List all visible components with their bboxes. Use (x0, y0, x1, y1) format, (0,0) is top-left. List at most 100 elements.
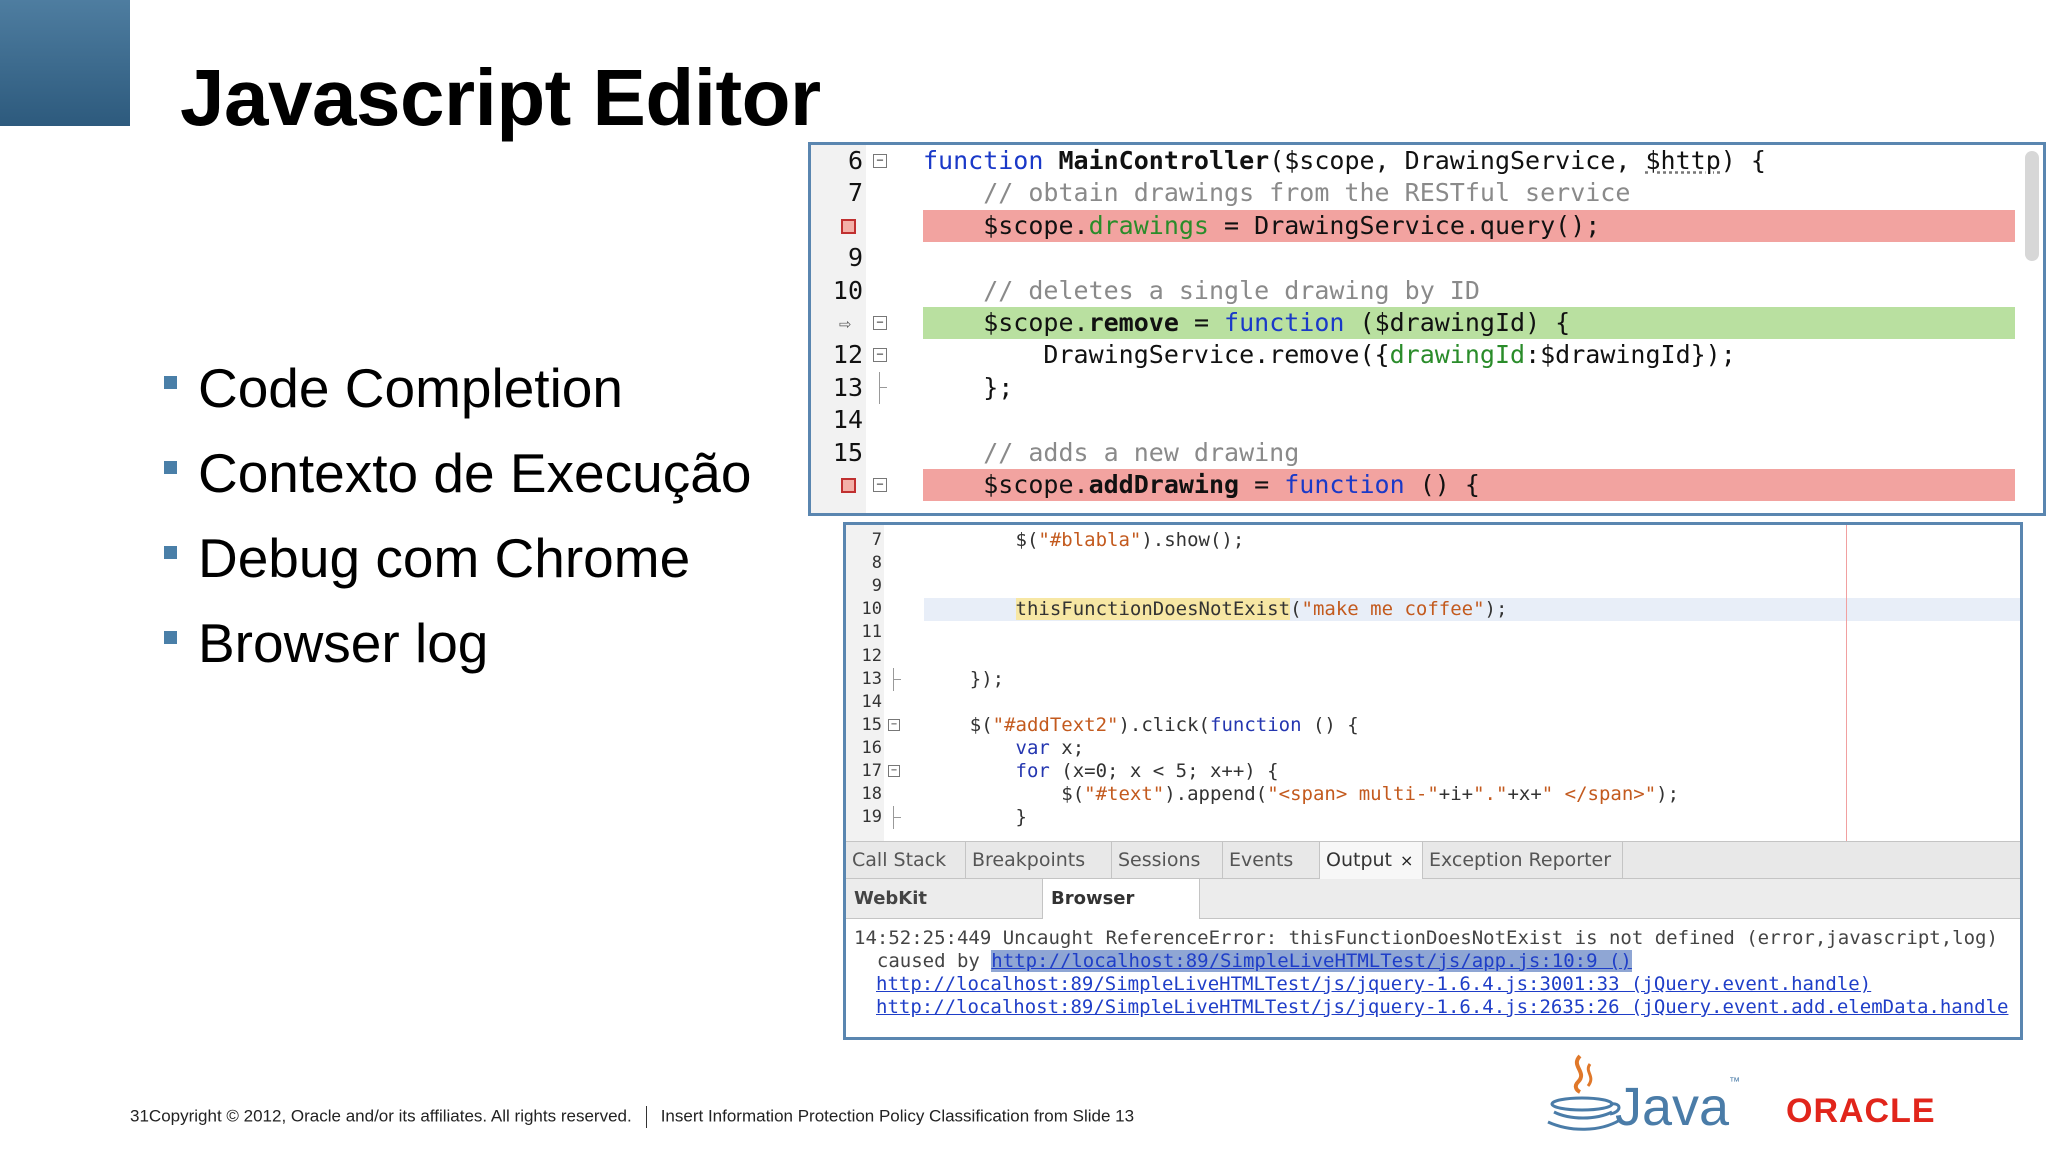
breakpoint-icon[interactable] (841, 478, 856, 493)
code-text: for (x=0; x < 5; x++) { (924, 760, 1279, 783)
fold-toggle-icon[interactable]: − (873, 478, 887, 492)
bullet-list: Code Completion Contexto de Execução Deb… (160, 352, 751, 692)
tab-webkit-protocol[interactable]: WebKit Protocol× (846, 879, 1042, 949)
code-token: ($scope, DrawingService, (1269, 146, 1646, 175)
stack-link-jquery-add[interactable]: http://localhost:89/SimpleLiveHTMLTest/j… (876, 996, 2008, 1019)
code-token: ( (1290, 598, 1302, 621)
stack-link-text[interactable]: http://localhost:89/SimpleLiveHTMLTest/j… (876, 996, 2008, 1018)
code-token: DrawingService.remove({ (923, 340, 1390, 370)
code-token: $scope. (923, 470, 1089, 499)
slide-title: Javascript Editor (180, 53, 821, 142)
code-line: 12− DrawingService.remove({drawingId:$dr… (811, 339, 2043, 371)
log-caused-by-line: caused by http://localhost:89/SimpleLive… (854, 950, 1632, 973)
tab-call-stack[interactable]: Call Stack (846, 842, 966, 879)
code-token: drawings (1088, 210, 1209, 240)
code-token: function (1284, 470, 1405, 499)
fold-toggle-icon[interactable]: − (873, 154, 887, 168)
code-token: = DrawingService.query(); (1209, 210, 1601, 240)
bullet-item: Contexto de Execução (160, 437, 751, 522)
fold-toggle-icon[interactable]: − (888, 718, 900, 731)
code-text: // deletes a single drawing by ID (923, 275, 1480, 307)
corner-accent-block (0, 0, 130, 126)
copyright-text: Copyright © 2012, Oracle and/or its affi… (148, 1106, 632, 1126)
code-line: 16 var x; (846, 737, 2020, 760)
close-icon[interactable]: × (1400, 851, 1413, 870)
code-token: = (1239, 470, 1285, 499)
fold-end-mark (879, 386, 887, 388)
code-token: ) { (1720, 146, 1766, 175)
code-token: // obtain drawings from the RESTful serv… (923, 178, 1631, 208)
code-token: :$drawingId}); (1525, 340, 1736, 370)
fold-toggle-icon[interactable]: − (888, 765, 900, 777)
line-number: 10 (861, 599, 882, 620)
tab-label: Sessions (1118, 849, 1201, 871)
tab-browser-log[interactable]: Browser Log× (1042, 879, 1200, 949)
trademark-mark: ™ (1729, 1076, 1741, 1088)
fold-guide (879, 371, 880, 405)
code-token: $scope. (923, 308, 1089, 337)
code-token: thisFunctionDoesNotExist (1015, 598, 1291, 621)
code-token: ).show(); (1141, 529, 1245, 551)
line-number: 19 (861, 807, 882, 828)
bullet-square-icon (164, 631, 177, 644)
browser-log-output[interactable]: 14:52:25:449 Uncaught ReferenceError: th… (846, 919, 2020, 1037)
tab-label: Breakpoints (972, 849, 1086, 871)
footer-divider (645, 1106, 647, 1128)
code-line: 19 } (846, 806, 2020, 830)
line-number: 9 (847, 243, 863, 273)
code-token: remove (1088, 308, 1179, 337)
fold-toggle-icon[interactable]: − (873, 348, 887, 363)
tab-events[interactable]: Events (1223, 842, 1320, 879)
tab-sessions[interactable]: Sessions (1112, 842, 1223, 879)
code-token: "<span> multi-" (1267, 783, 1439, 806)
code-text: DrawingService.remove({drawingId:$drawin… (923, 339, 1736, 371)
tab-output[interactable]: Output × (1320, 842, 1423, 879)
code-text: // adds a new drawing (923, 437, 1299, 469)
ide-panel-bottom: 7 $("#blabla").show(); 8 9 10 thisFunctionD… (843, 522, 2023, 1040)
bullet-text: Debug com Chrome (198, 527, 691, 589)
bullet-item: Debug com Chrome (160, 522, 751, 607)
code-text: $("#addText2").click(function () { (924, 714, 1359, 737)
bullet-item: Browser log (160, 607, 751, 692)
stack-link-app-js[interactable]: http://localhost:89/SimpleLiveHTMLTest/j… (991, 950, 1632, 972)
code-token: function (1224, 308, 1345, 337)
code-token: function (923, 146, 1059, 175)
code-text: $("#blabla").show(); (924, 529, 1245, 552)
bullet-square-icon (164, 376, 177, 389)
code-line: 14 (811, 404, 2043, 436)
code-editor-top[interactable]: 6− function MainController($scope, Drawin… (808, 142, 2046, 516)
code-text: // obtain drawings from the RESTful serv… (923, 177, 1630, 209)
code-editor-bottom[interactable]: 7 $("#blabla").show(); 8 9 10 thisFunctionD… (846, 525, 2020, 841)
tab-breakpoints[interactable]: Breakpoints (966, 842, 1112, 879)
log-error-line: 14:52:25:449 Uncaught ReferenceError: th… (854, 927, 1998, 949)
fold-toggle-icon[interactable]: − (873, 316, 887, 330)
slide-footer: 31Copyright © 2012, Oracle and/or its af… (130, 1106, 1134, 1128)
code-line: 12 (846, 645, 2020, 668)
code-token: ($drawingId) { (1344, 308, 1571, 337)
code-token: } (924, 806, 1027, 829)
log-caused-by-label: caused by (854, 950, 992, 972)
fold-end-mark (893, 817, 901, 819)
bullet-item: Code Completion (160, 352, 751, 437)
code-line: 15 // adds a new drawing (811, 437, 2043, 469)
code-text: $scope.addDrawing = function () { (923, 469, 1480, 501)
code-text: $("#text").append("<span> multi-"+i+"."+… (924, 783, 1679, 806)
line-number: 17 (861, 761, 882, 781)
breakpoint-icon[interactable] (841, 218, 856, 234)
stack-link-jquery-handle[interactable]: http://localhost:89/SimpleLiveHTMLTest/j… (876, 973, 1871, 996)
code-token: " </span>" (1541, 783, 1657, 806)
code-token: drawingId (1389, 340, 1526, 370)
page-number: 31 (130, 1106, 149, 1126)
stack-link-text[interactable]: http://localhost:89/SimpleLiveHTMLTest/j… (876, 973, 1871, 995)
code-text: var x; (924, 737, 1085, 760)
tab-label: Events (1229, 849, 1294, 871)
line-number: 8 (871, 553, 882, 574)
vertical-scrollbar[interactable] (2025, 151, 2039, 261)
code-token: $( (924, 713, 993, 736)
line-number: 15 (861, 714, 882, 735)
line-number: 13 (861, 668, 882, 689)
code-text: } (924, 806, 1027, 829)
tab-exception-reporter[interactable]: Exception Reporter (1423, 842, 1623, 879)
